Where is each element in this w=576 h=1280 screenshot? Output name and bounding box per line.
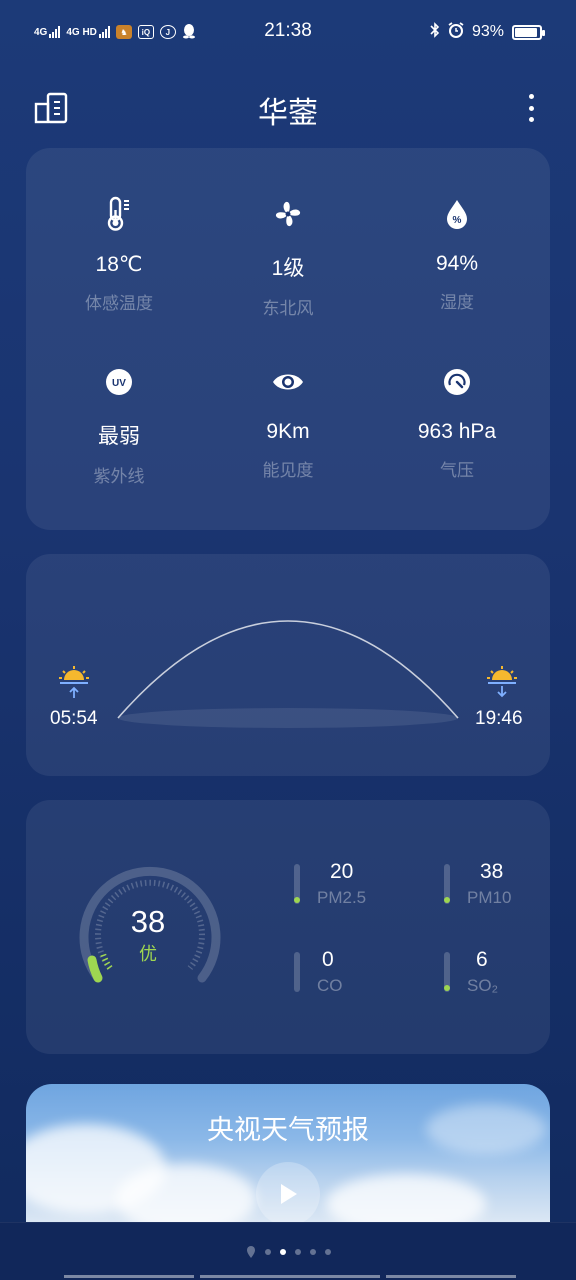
header: 华蓥: [0, 80, 576, 136]
status-bar: 4G 4G HD ♞ iQ J 21:38 93%: [0, 0, 576, 64]
battery-icon: [512, 24, 545, 40]
humidity-metric: % 94% 湿度: [370, 192, 544, 313]
wind-value: 1级: [271, 257, 305, 280]
humidity-value: 94%: [435, 252, 479, 275]
page-dot: [294, 1249, 301, 1255]
aqi-quality: 优: [139, 944, 157, 964]
video-title: 央视天气预报: [207, 1115, 369, 1145]
visibility-metric: 9Km 能见度: [201, 360, 375, 481]
page-dot-active: [279, 1249, 286, 1255]
bottom-bar: [0, 1222, 576, 1280]
eye-icon: [201, 360, 375, 404]
weather-video-card[interactable]: 央视天气预报: [26, 1084, 550, 1222]
wind-metric: 1级 东北风: [201, 192, 375, 319]
page-indicator[interactable]: [0, 1245, 576, 1259]
play-icon: [281, 1184, 297, 1204]
uv-label: 紫外线: [93, 467, 145, 486]
page-dot: [324, 1249, 331, 1255]
pressure-value: 963 hPa: [417, 420, 497, 443]
sunset-time: 19:46: [475, 708, 523, 729]
svg-text:UV: UV: [112, 378, 126, 389]
sun-arc: [117, 620, 459, 728]
location-pin-icon: [246, 1246, 255, 1258]
sunset-icon: [486, 666, 518, 705]
svg-text:%: %: [453, 215, 462, 226]
pressure-label: 气压: [440, 461, 474, 480]
fan-icon: [201, 192, 375, 236]
play-button[interactable]: [256, 1162, 320, 1222]
feels-like-value: 18℃: [95, 253, 143, 276]
city-title: 华蓥: [258, 97, 318, 130]
pressure-metric: 963 hPa 气压: [370, 360, 544, 481]
weather-details-card: 18℃ 体感温度 1级 东北风 % 94% 湿度 UV 最弱 紫外线 9Km 能…: [26, 148, 550, 530]
more-menu-icon[interactable]: [526, 94, 536, 122]
page-dot: [309, 1249, 316, 1255]
visibility-label: 能见度: [262, 461, 314, 480]
status-time: 21:38: [264, 20, 312, 41]
humidity-label: 湿度: [440, 293, 474, 312]
wind-label: 东北风: [262, 299, 314, 318]
uv-value: 最弱: [98, 425, 140, 448]
feels-like-metric: 18℃ 体感温度: [32, 192, 206, 314]
sun-card: 05:54 19:46: [26, 554, 550, 776]
uv-icon: UV: [32, 360, 206, 404]
uv-metric: UV 最弱 紫外线: [32, 360, 206, 487]
sunrise-icon: [58, 666, 90, 705]
pressure-gauge-icon: [370, 360, 544, 404]
sunrise-time: 05:54: [50, 708, 98, 729]
aqi-value: 38: [130, 904, 166, 939]
feels-like-label: 体感温度: [85, 294, 153, 313]
thermometer-icon: [32, 192, 206, 236]
humidity-drop-icon: %: [370, 192, 544, 236]
page-dot: [264, 1249, 271, 1255]
bottom-tab-indicators: [64, 1275, 516, 1278]
visibility-value: 9Km: [266, 420, 310, 443]
